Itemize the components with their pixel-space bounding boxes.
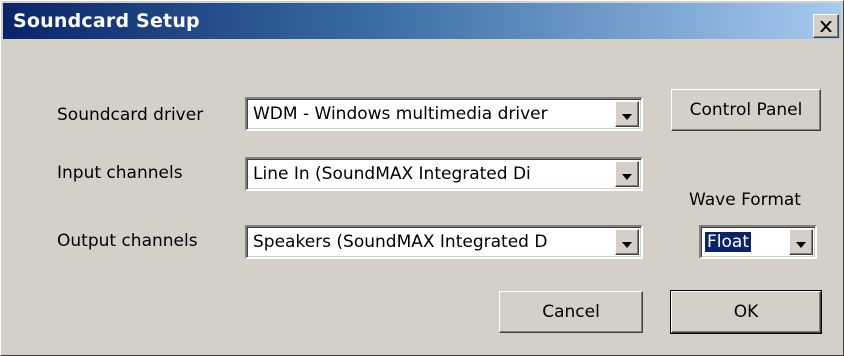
ok-button[interactable]: OK bbox=[670, 290, 822, 334]
input-channels-dropdown-button[interactable] bbox=[615, 161, 639, 187]
close-button[interactable] bbox=[813, 14, 839, 38]
wave-format-label: Wave Format bbox=[689, 190, 801, 210]
soundcard-driver-dropdown-button[interactable] bbox=[615, 101, 639, 127]
window-title: Soundcard Setup bbox=[13, 10, 200, 32]
soundcard-setup-dialog: Soundcard Setup Soundcard driver WDM - W… bbox=[0, 0, 844, 356]
dropdown-arrow-icon bbox=[622, 233, 632, 252]
input-channels-value: Line In (SoundMAX Integrated Di bbox=[253, 164, 531, 184]
dropdown-arrow-icon bbox=[622, 105, 632, 124]
input-channels-label: Input channels bbox=[57, 163, 183, 183]
output-channels-select[interactable]: Speakers (SoundMAX Integrated D bbox=[245, 225, 643, 259]
output-channels-label: Output channels bbox=[57, 231, 198, 251]
soundcard-driver-value: WDM - Windows multimedia driver bbox=[253, 104, 548, 124]
wave-format-dropdown-button[interactable] bbox=[789, 229, 813, 255]
output-channels-value: Speakers (SoundMAX Integrated D bbox=[253, 232, 548, 252]
wave-format-value-wrap: Float bbox=[705, 227, 751, 257]
dropdown-arrow-icon bbox=[622, 165, 632, 184]
soundcard-driver-label: Soundcard driver bbox=[57, 105, 204, 125]
input-channels-select[interactable]: Line In (SoundMAX Integrated Di bbox=[245, 157, 643, 191]
close-icon bbox=[820, 20, 832, 32]
cancel-button[interactable]: Cancel bbox=[499, 291, 643, 333]
output-channels-dropdown-button[interactable] bbox=[615, 229, 639, 255]
title-bar: Soundcard Setup bbox=[3, 3, 841, 39]
soundcard-driver-select[interactable]: WDM - Windows multimedia driver bbox=[245, 97, 643, 131]
dropdown-arrow-icon bbox=[796, 233, 806, 252]
wave-format-select[interactable]: Float bbox=[699, 225, 817, 259]
control-panel-button[interactable]: Control Panel bbox=[671, 89, 821, 131]
wave-format-value: Float bbox=[705, 232, 751, 252]
